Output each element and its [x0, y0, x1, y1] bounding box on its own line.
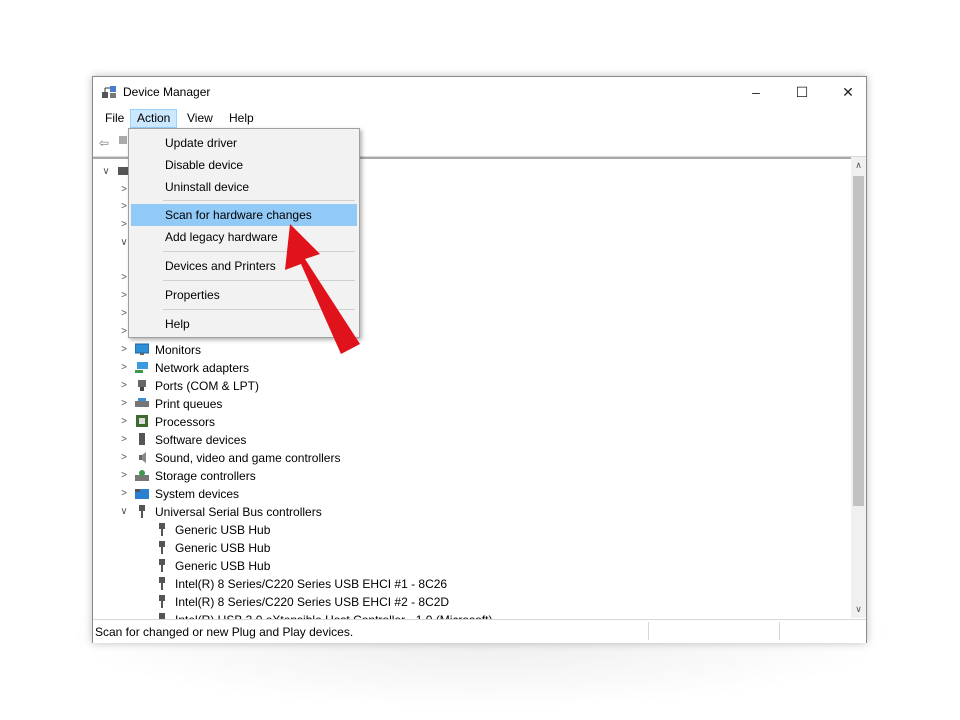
menu-item-label: Disable device: [165, 158, 244, 172]
usb-icon: [159, 577, 165, 590]
sound-icon: [139, 452, 146, 463]
network-icon: [135, 362, 148, 373]
chevron-right-icon[interactable]: >: [119, 413, 129, 431]
status-divider: [779, 622, 780, 640]
tree-item-label: Generic USB Hub: [175, 523, 271, 537]
menu-item-disable-device[interactable]: Disable device: [131, 154, 357, 176]
usb-icon: [159, 559, 165, 572]
tree-item-label: Sound, video and game controllers: [155, 451, 341, 465]
menu-separator: [163, 200, 355, 201]
action-dropdown-menu: Update driver Disable device Uninstall d…: [128, 128, 360, 338]
storage-icon: [135, 470, 149, 481]
menu-item-scan-hardware-changes[interactable]: Scan for hardware changes: [131, 204, 357, 226]
system-icon: [135, 489, 149, 499]
chevron-right-icon[interactable]: >: [119, 341, 129, 359]
menu-bar: File Action View Help: [93, 107, 866, 128]
tree-item-label: Universal Serial Bus controllers: [155, 505, 322, 519]
chevron-right-icon[interactable]: >: [119, 467, 129, 485]
chevron-down-icon[interactable]: ∨: [119, 503, 129, 521]
status-text: Scan for changed or new Plug and Play de…: [95, 625, 354, 639]
vertical-scrollbar[interactable]: ∧ ∨: [851, 157, 866, 618]
tree-item-label: Intel(R) 8 Series/C220 Series USB EHCI #…: [175, 577, 448, 591]
close-button[interactable]: ✕: [825, 77, 871, 107]
scroll-up-icon[interactable]: ∧: [851, 157, 866, 174]
menu-item-update-driver[interactable]: Update driver: [131, 132, 357, 154]
software-icon: [139, 433, 145, 445]
menu-file[interactable]: File: [99, 110, 130, 127]
status-divider: [648, 622, 649, 640]
menu-help[interactable]: Help: [223, 110, 260, 127]
menu-view[interactable]: View: [181, 110, 219, 127]
usb-icon: [159, 523, 165, 536]
tree-item-label: Software devices: [155, 433, 247, 447]
tree-item-label: Network adapters: [155, 361, 250, 375]
maximize-button[interactable]: ☐: [779, 77, 825, 107]
toolbar-icon[interactable]: [119, 136, 127, 144]
menu-item-add-legacy-hardware[interactable]: Add legacy hardware: [131, 226, 357, 248]
monitor-icon: [135, 343, 149, 355]
menu-separator: [163, 309, 355, 310]
minimize-button[interactable]: –: [733, 77, 779, 107]
menu-item-properties[interactable]: Properties: [131, 284, 357, 306]
menu-item-uninstall-device[interactable]: Uninstall device: [131, 176, 357, 198]
tree-item-label: System devices: [155, 487, 240, 501]
title-bar[interactable]: Device Manager – ☐ ✕: [93, 77, 866, 107]
menu-action[interactable]: Action: [130, 109, 178, 128]
tree-item-label: Intel(R) USB 3.0 eXtensible Host Control…: [175, 611, 492, 619]
menu-item-label: Properties: [165, 288, 220, 302]
menu-item-label: Uninstall device: [165, 180, 250, 194]
chevron-right-icon[interactable]: >: [119, 395, 129, 413]
device-manager-icon: [102, 86, 116, 98]
status-bar: Scan for changed or new Plug and Play de…: [93, 619, 866, 643]
menu-item-label: Help: [165, 317, 190, 331]
tree-item-label: Storage controllers: [155, 469, 256, 483]
menu-separator: [163, 280, 355, 281]
menu-item-label: Add legacy hardware: [165, 230, 278, 244]
window-title: Device Manager: [123, 85, 211, 99]
tree-item-label: Generic USB Hub: [175, 541, 271, 555]
tree-item-label: Ports (COM & LPT): [155, 379, 260, 393]
tree-item-label: Monitors: [155, 343, 202, 357]
scroll-down-icon[interactable]: ∨: [851, 601, 866, 618]
chevron-right-icon[interactable]: >: [119, 431, 129, 449]
port-icon: [138, 380, 146, 391]
chevron-down-icon[interactable]: ∨: [101, 163, 111, 181]
printer-icon: [135, 398, 149, 407]
menu-item-help[interactable]: Help: [131, 313, 357, 335]
scroll-thumb[interactable]: [853, 176, 864, 506]
menu-item-label: Scan for hardware changes: [165, 208, 312, 222]
chevron-right-icon[interactable]: >: [119, 359, 129, 377]
chevron-right-icon[interactable]: >: [119, 449, 129, 467]
tree-item-label: Generic USB Hub: [175, 559, 271, 573]
menu-item-devices-and-printers[interactable]: Devices and Printers: [131, 255, 357, 277]
menu-item-label: Devices and Printers: [165, 259, 276, 273]
menu-item-label: Update driver: [165, 136, 238, 150]
tree-item-label: Processors: [155, 415, 216, 429]
menu-separator: [163, 251, 355, 252]
chevron-right-icon[interactable]: >: [119, 377, 129, 395]
tree-item-label: Intel(R) 8 Series/C220 Series USB EHCI #…: [175, 595, 450, 609]
usb-icon: [159, 595, 165, 608]
chevron-right-icon[interactable]: >: [119, 485, 129, 503]
processor-icon: [136, 415, 148, 427]
usb-icon: [159, 541, 165, 554]
usb-icon: [139, 505, 145, 518]
back-arrow-icon[interactable]: ⇦: [99, 136, 109, 150]
tree-item-label: Print queues: [155, 397, 223, 411]
